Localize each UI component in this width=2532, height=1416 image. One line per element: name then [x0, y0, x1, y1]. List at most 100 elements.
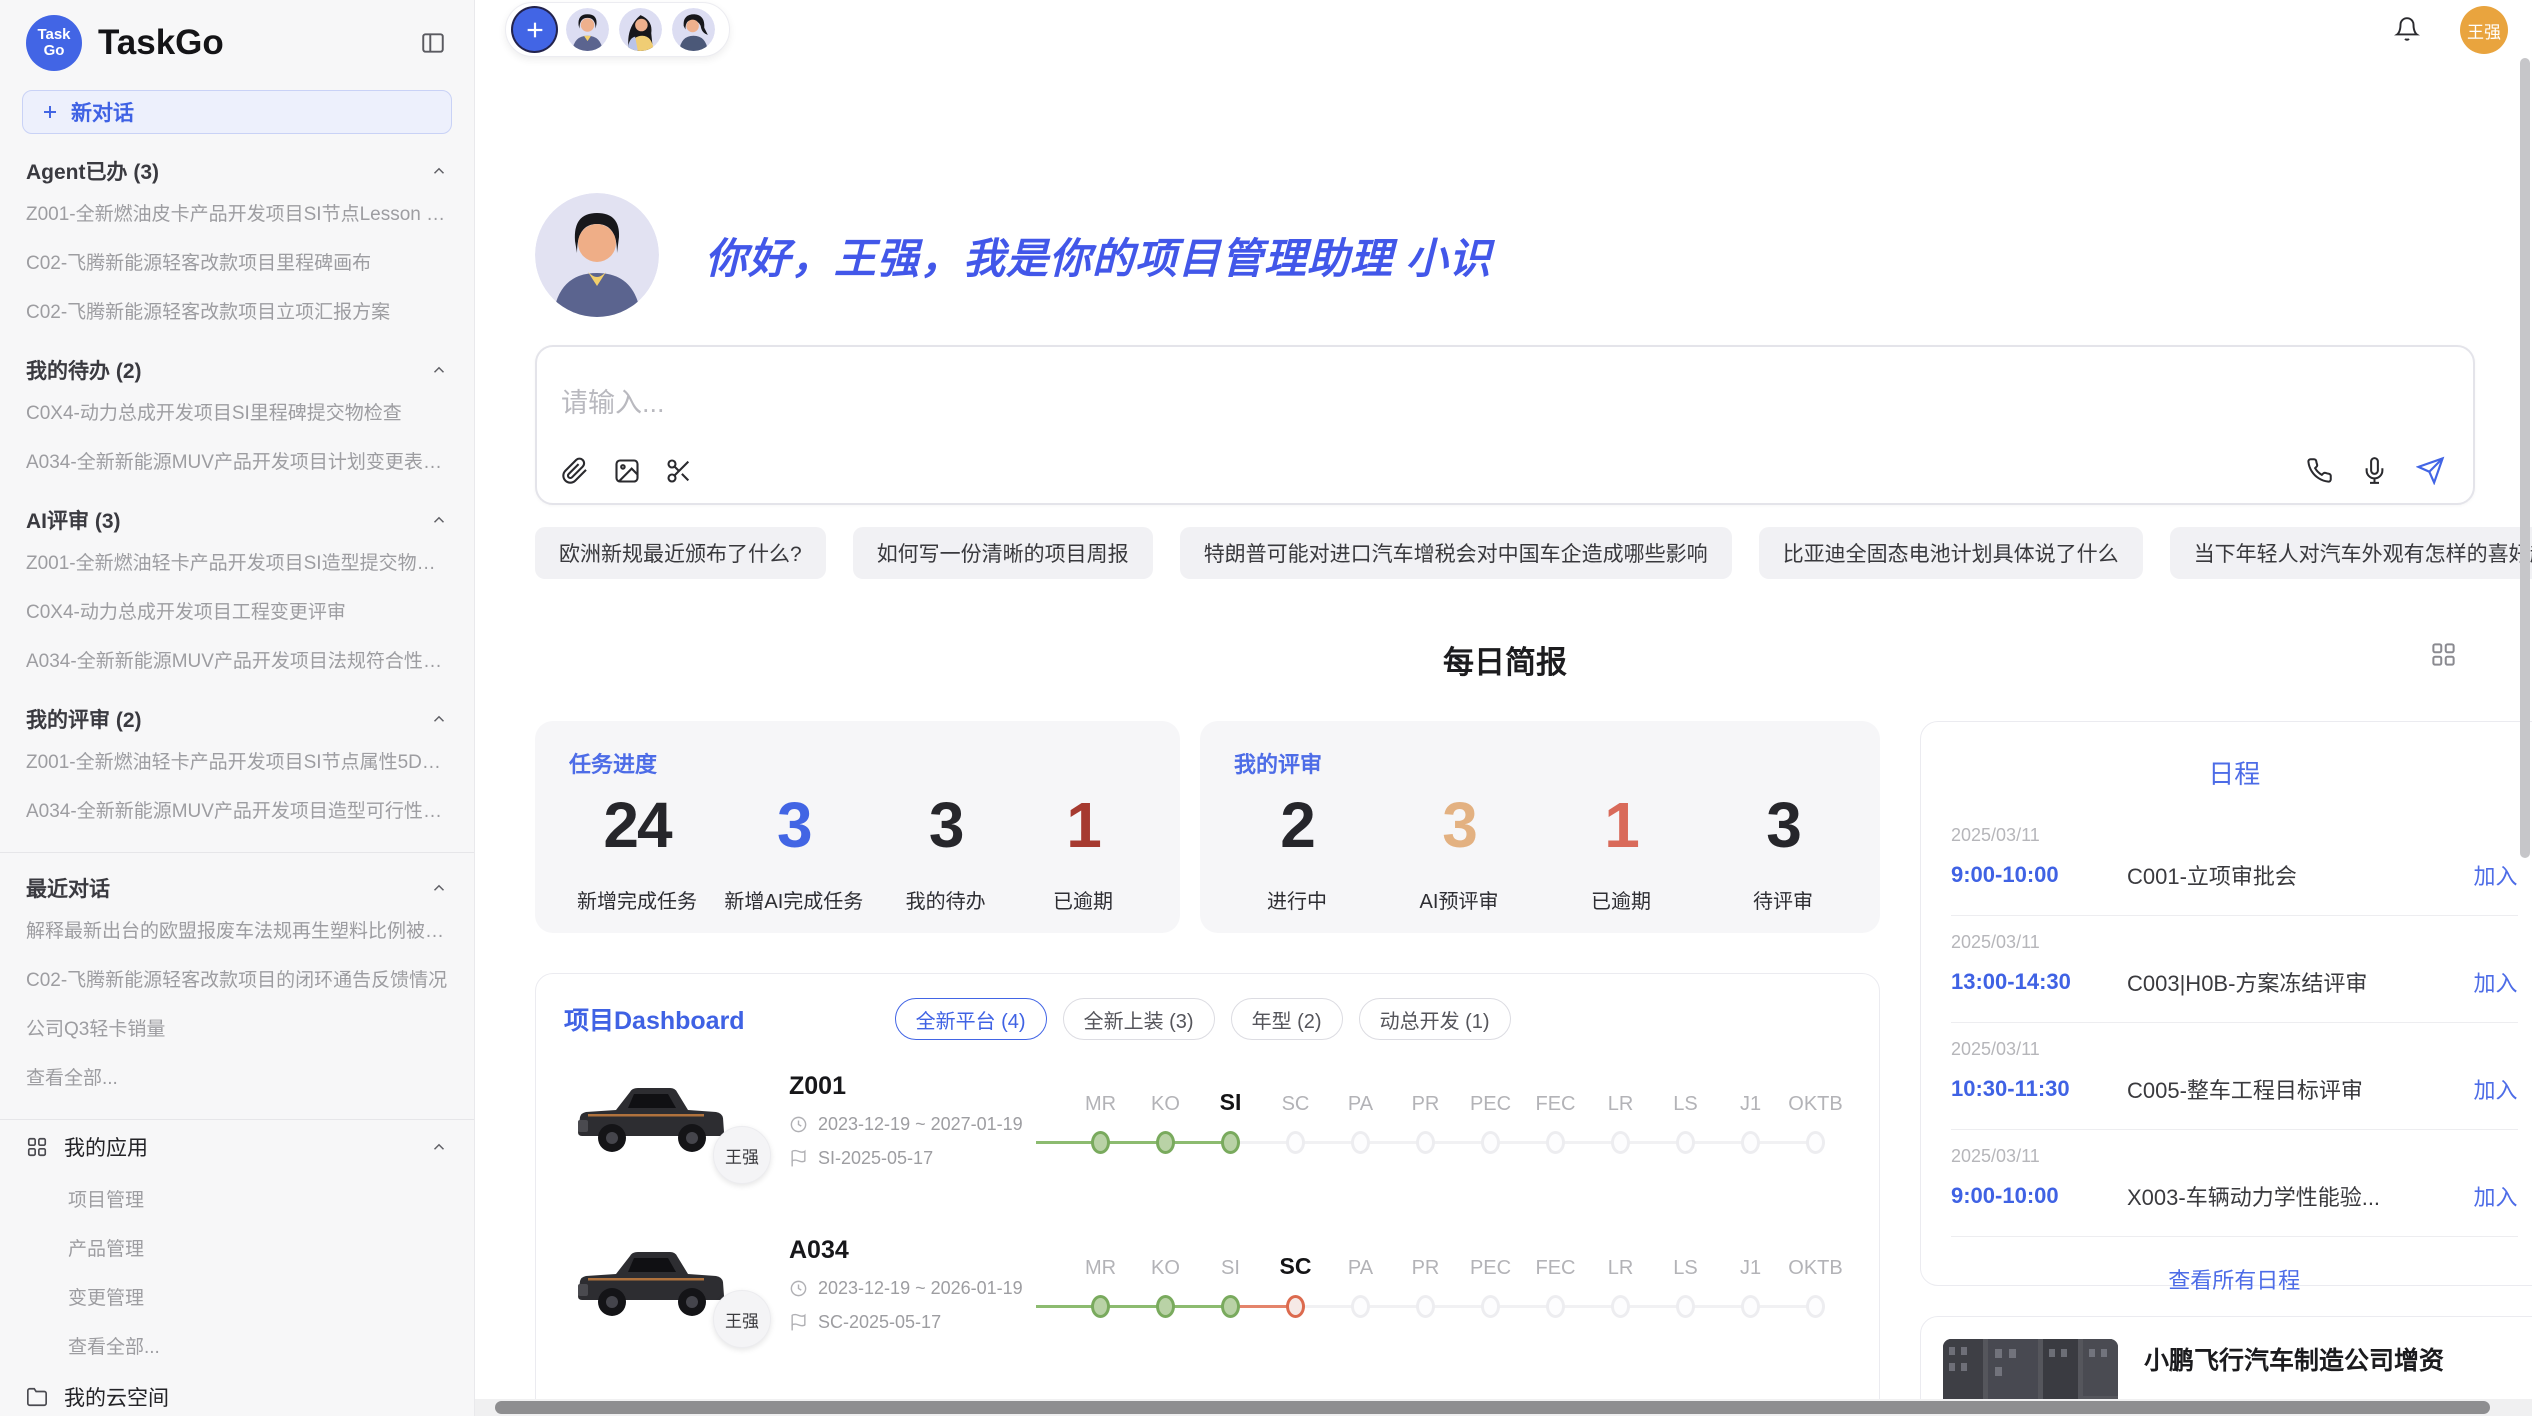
phone-call-icon[interactable]: [2306, 457, 2333, 484]
agent-avatar-1[interactable]: [566, 8, 609, 51]
milestone: SC: [1263, 1250, 1328, 1318]
milestone-label: LS: [1673, 1086, 1697, 1116]
recent-conversation-item[interactable]: 查看全部...: [26, 1052, 448, 1101]
horizontal-scrollbar[interactable]: [495, 1401, 2490, 1414]
task-item[interactable]: C0X4-动力总成开发项目SI里程碑提交物检查: [26, 387, 448, 436]
section-header[interactable]: AI评审 (3): [26, 505, 448, 535]
suggestion-chip[interactable]: 比亚迪全固态电池计划具体说了什么: [1759, 527, 2143, 579]
message-composer[interactable]: 请输入...: [535, 345, 2475, 505]
sidebar-item-cloud-space[interactable]: 我的云空间: [26, 1370, 448, 1416]
milestone-label: MR: [1085, 1086, 1116, 1116]
agent-avatar-3[interactable]: [672, 8, 715, 51]
task-item[interactable]: A034-全新新能源MUV产品开发项目造型可行性评审: [26, 785, 448, 834]
send-icon[interactable]: [2416, 456, 2445, 485]
suggestion-chip[interactable]: 如何写一份清晰的项目周报: [853, 527, 1153, 579]
vertical-scrollbar[interactable]: [2520, 58, 2530, 858]
section-header[interactable]: 我的评审 (2): [26, 704, 448, 734]
project-row[interactable]: 王强 Z001 2023-12-19 ~ 2027-01-19 SI-2025-…: [564, 1070, 1851, 1170]
milestone-dot: [1611, 1295, 1630, 1318]
join-meeting-link[interactable]: 加入: [2474, 1180, 2518, 1212]
project-row[interactable]: 王强 A034 2023-12-19 ~ 2026-01-19 SC-2025-…: [564, 1234, 1851, 1334]
briefing-layout-icon[interactable]: [2430, 641, 2457, 668]
milestone-label: SC: [1282, 1086, 1310, 1116]
milestone: PEC: [1458, 1086, 1523, 1154]
suggestion-chips: 欧洲新规最近颁布了什么? 如何写一份清晰的项目周报特朗普可能对进口汽车增税会对中国…: [535, 527, 2475, 579]
briefing-stat-cards: 任务进度 24 新增完成任务 3 新增AI完成任务 3 我的待办 1 已逾期 我…: [535, 721, 1880, 933]
logo-line1: Task: [37, 27, 70, 43]
assistant-avatar: [535, 193, 659, 317]
section-header[interactable]: 我的待办 (2): [26, 355, 448, 385]
app-sub-item[interactable]: 项目管理: [26, 1174, 448, 1223]
recent-conversation-item[interactable]: C02-飞腾新能源轻客改款项目的闭环通告反馈情况: [26, 954, 448, 1003]
milestone-label: PA: [1348, 1086, 1373, 1116]
project-code: Z001: [789, 1072, 1024, 1101]
dashboard-filter-pill[interactable]: 全新上装 (3): [1063, 998, 1215, 1040]
app-sub-item[interactable]: 产品管理: [26, 1223, 448, 1272]
schedule-time: 10:30-11:30: [1951, 1076, 2109, 1102]
suggestion-chip[interactable]: 欧洲新规最近颁布了什么?: [535, 527, 826, 579]
suggestion-chip[interactable]: 特朗普可能对进口汽车增税会对中国车企造成哪些影响: [1180, 527, 1732, 579]
task-item[interactable]: A034-全新新能源MUV产品开发项目法规符合性评审: [26, 635, 448, 684]
recent-title: 最近对话: [26, 873, 110, 903]
flag-icon: [789, 1149, 808, 1168]
recent-section-header[interactable]: 最近对话: [26, 873, 448, 903]
stat-label: 新增完成任务: [577, 885, 697, 914]
cloud-space-label: 我的云空间: [64, 1382, 448, 1412]
dashboard-filter-pill[interactable]: 动总开发 (1): [1359, 998, 1511, 1040]
app-sub-item[interactable]: 查看全部...: [26, 1321, 448, 1370]
milestone-dot: [1416, 1295, 1435, 1318]
task-item[interactable]: Z001-全新燃油轻卡产品开发项目SI节点属性5D文件评审: [26, 736, 448, 785]
task-item[interactable]: C0X4-动力总成开发项目工程变更评审: [26, 586, 448, 635]
schedule-item: 2025/03/11 10:30-11:30 C005-整车工程目标评审 加入: [1951, 1023, 2518, 1130]
divider: [0, 852, 474, 853]
composer-placeholder: 请输入...: [561, 381, 665, 420]
app-sub-item[interactable]: 变更管理: [26, 1272, 448, 1321]
recent-conversation-item[interactable]: 解释最新出台的欧盟报废车法规再生塑料比例被调至15%...: [26, 905, 448, 954]
stat: 3 新增AI完成任务: [724, 789, 863, 914]
milestone-label: SI: [1221, 1250, 1240, 1280]
schedule-name: C005-整车工程目标评审: [2127, 1073, 2460, 1105]
schedule-list: 2025/03/11 9:00-10:00 C001-立项审批会 加入 2025…: [1951, 809, 2518, 1237]
section-header[interactable]: Agent已办 (3): [26, 156, 448, 186]
task-item[interactable]: C02-飞腾新能源轻客改款项目立项汇报方案: [26, 286, 448, 335]
new-chat-button[interactable]: 新对话: [22, 90, 452, 134]
agent-avatar-2[interactable]: [619, 8, 662, 51]
chevron-up-icon: [430, 511, 448, 529]
milestone-dot: [1676, 1131, 1695, 1154]
milestone-dot: [1481, 1295, 1500, 1318]
my-apps-list: 项目管理产品管理变更管理查看全部...: [26, 1174, 448, 1370]
microphone-icon[interactable]: [2361, 457, 2388, 484]
join-meeting-link[interactable]: 加入: [2474, 1073, 2518, 1105]
join-meeting-link[interactable]: 加入: [2474, 966, 2518, 998]
milestone: PR: [1393, 1086, 1458, 1154]
milestone: SI: [1198, 1086, 1263, 1154]
milestone-dot: [1546, 1131, 1565, 1154]
task-item[interactable]: Z001-全新燃油皮卡产品开发项目SI节点Lesson Learn报告: [26, 188, 448, 237]
attachment-icon[interactable]: [561, 457, 589, 485]
task-item[interactable]: C02-飞腾新能源轻客改款项目里程碑画布: [26, 237, 448, 286]
task-item[interactable]: A034-全新新能源MUV产品开发项目计划变更表编写: [26, 436, 448, 485]
milestone-label: J1: [1740, 1250, 1761, 1280]
task-item[interactable]: Z001-全新燃油轻卡产品开发项目SI造型提交物评审: [26, 537, 448, 586]
milestone: SI: [1198, 1250, 1263, 1318]
milestone: SC: [1263, 1086, 1328, 1154]
stat-value: 1: [1066, 789, 1100, 863]
dashboard-title: 项目Dashboard: [564, 1001, 745, 1037]
stat: 1 已逾期: [1566, 789, 1676, 914]
milestone-dot: [1156, 1295, 1175, 1318]
dashboard-filter-pill[interactable]: 年型 (2): [1231, 998, 1343, 1040]
greeting-text: 你好，王强，我是你的项目管理助理 小识: [705, 225, 1492, 286]
dashboard-filter-pill[interactable]: 全新平台 (4): [895, 998, 1047, 1040]
schedule-name: C003|H0B-方案冻结评审: [2127, 966, 2460, 998]
milestone-label: OKTB: [1788, 1250, 1842, 1280]
recent-conversation-item[interactable]: 公司Q3轻卡销量: [26, 1003, 448, 1052]
add-agent-button[interactable]: [513, 8, 556, 51]
sidebar-item-my-apps[interactable]: 我的应用: [26, 1120, 448, 1174]
app-logo: Task Go: [26, 15, 82, 71]
collapse-sidebar-icon[interactable]: [418, 28, 448, 58]
image-icon[interactable]: [613, 457, 641, 485]
scissors-icon[interactable]: [665, 457, 693, 485]
view-all-schedule-link[interactable]: 查看所有日程: [1951, 1263, 2518, 1295]
suggestion-chip[interactable]: 当下年轻人对汽车外观有怎样的喜好趋势: [2170, 527, 2532, 579]
join-meeting-link[interactable]: 加入: [2474, 859, 2518, 891]
